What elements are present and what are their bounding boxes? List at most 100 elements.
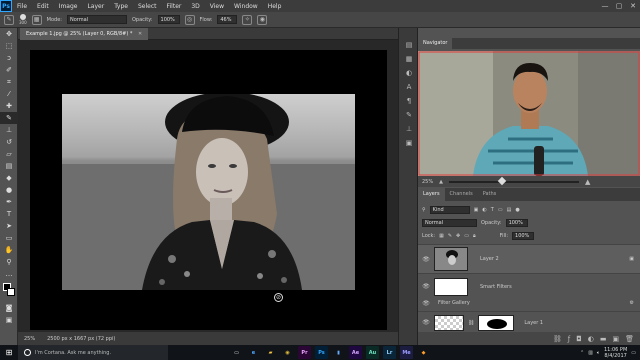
background-color-swatch[interactable]: [7, 288, 15, 296]
properties-panel-icon[interactable]: ▦: [399, 52, 419, 66]
tab-navigator[interactable]: Navigator: [418, 38, 453, 49]
lasso-tool-icon[interactable]: ↄ: [0, 52, 18, 64]
visibility-eye-icon[interactable]: 👁︎: [422, 256, 430, 263]
notification-icon[interactable]: ▭: [631, 350, 636, 356]
zoom-tool-icon[interactable]: ⚲: [0, 256, 18, 268]
taskbar-app-orange-icon[interactable]: ◆: [417, 346, 430, 359]
lock-all-icon[interactable]: 🔒︎: [473, 233, 476, 239]
filter-pixel-icon[interactable]: ▣: [474, 207, 479, 213]
taskbar-photoshop-icon[interactable]: Ps: [315, 346, 328, 359]
windows-start-icon[interactable]: ⊞: [0, 345, 18, 360]
navigator-preview[interactable]: [418, 51, 640, 176]
taskbar-after-effects-icon[interactable]: Ae: [349, 346, 362, 359]
brush-tool-icon[interactable]: ✎: [4, 14, 14, 25]
taskbar-edge-icon[interactable]: e: [247, 346, 260, 359]
crop-tool-icon[interactable]: ⌗: [0, 76, 18, 88]
filter-shape-icon[interactable]: ▭: [498, 207, 503, 213]
menu-view[interactable]: View: [205, 3, 229, 10]
visibility-eye-icon[interactable]: 👁︎: [422, 300, 430, 307]
menu-type[interactable]: Type: [109, 3, 133, 10]
taskbar-audition-icon[interactable]: Au: [366, 346, 379, 359]
character-panel-icon[interactable]: A: [399, 80, 419, 94]
portrait-photo[interactable]: [62, 94, 355, 290]
pressure-size-icon[interactable]: ◉: [257, 14, 268, 25]
blend-mode-select[interactable]: Normal: [422, 218, 477, 227]
layer-row-layer-2[interactable]: 👁︎ Layer 2 ▣: [418, 244, 640, 274]
menu-help[interactable]: Help: [263, 3, 287, 10]
taskbar-file-explorer-icon[interactable]: ▰: [264, 346, 277, 359]
menu-edit[interactable]: Edit: [32, 3, 54, 10]
history-brush-tool-icon[interactable]: ↺: [0, 136, 18, 148]
type-tool-icon[interactable]: T: [0, 208, 18, 220]
flow-field[interactable]: 46%: [217, 15, 238, 24]
menu-image[interactable]: Image: [54, 3, 83, 10]
navigator-zoom-value[interactable]: 25%: [422, 179, 433, 185]
layer-kind-select[interactable]: Kind: [429, 205, 470, 214]
layer-style-icon[interactable]: ƒ: [568, 335, 570, 343]
mode-select[interactable]: Normal: [66, 15, 127, 24]
hand-tool-icon[interactable]: ✋: [0, 244, 18, 256]
visibility-eye-icon[interactable]: 👁︎: [422, 283, 430, 290]
tab-paths[interactable]: Paths: [478, 188, 502, 201]
layer-row-filter-gallery[interactable]: 👁︎ Filter Gallery ⚙︎: [418, 298, 640, 308]
visibility-eye-icon[interactable]: 👁︎: [422, 319, 430, 326]
new-group-icon[interactable]: ▬: [600, 335, 607, 343]
filter-gallery-name[interactable]: Filter Gallery: [438, 300, 470, 306]
menu-select[interactable]: Select: [133, 3, 162, 10]
lock-artboard-icon[interactable]: ▭: [464, 233, 469, 239]
lock-position-icon[interactable]: ✥: [456, 233, 460, 239]
filter-smart-object-icon[interactable]: ▤: [507, 207, 512, 213]
pen-tool-icon[interactable]: ✒: [0, 196, 18, 208]
brush-preset-picker[interactable]: 300: [19, 14, 27, 25]
taskbar-clock[interactable]: 11:06 PM 8/4/2017: [604, 347, 627, 359]
smart-filters-name[interactable]: Smart Filters: [480, 284, 512, 290]
filter-type-icon[interactable]: T: [491, 207, 494, 213]
blur-tool-icon[interactable]: ◆: [0, 172, 18, 184]
up-arrow-icon[interactable]: ⌃: [580, 350, 584, 356]
cortana-search-box[interactable]: I'm Cortana. Ask me anything.: [18, 345, 168, 360]
layer-fill-field[interactable]: 100%: [512, 231, 535, 240]
shape-tool-icon[interactable]: ▭: [0, 232, 18, 244]
quick-mask-icon[interactable]: ◙: [0, 302, 18, 314]
delete-layer-icon[interactable]: 🗑︎: [625, 335, 634, 343]
zoom-slider-handle[interactable]: [497, 176, 507, 185]
adjustment-layer-icon[interactable]: ◐: [588, 335, 594, 343]
more-tools-icon[interactable]: …: [0, 268, 18, 280]
layer-2-name[interactable]: Layer 2: [480, 256, 499, 262]
adjustments-panel-icon[interactable]: ◐: [399, 66, 419, 80]
link-layers-icon[interactable]: ⛓︎: [553, 335, 562, 343]
quick-select-tool-icon[interactable]: ✐: [0, 64, 18, 76]
menu-file[interactable]: File: [12, 3, 32, 10]
opacity-field[interactable]: 100%: [157, 15, 180, 24]
menu-3d[interactable]: 3D: [186, 3, 204, 10]
taskbar-prelude-icon[interactable]: ▮: [332, 346, 345, 359]
menu-window[interactable]: Window: [229, 3, 263, 10]
status-zoom[interactable]: 25%: [24, 336, 35, 342]
path-select-tool-icon[interactable]: ➤: [0, 220, 18, 232]
close-tab-icon[interactable]: ✕: [138, 31, 142, 37]
taskbar-lightroom-icon[interactable]: Lr: [383, 346, 396, 359]
zoom-out-icon[interactable]: ▲: [439, 179, 443, 185]
network-icon[interactable]: ▥: [588, 350, 593, 356]
tab-channels[interactable]: Channels: [445, 188, 478, 201]
screen-mode-icon[interactable]: ▣: [0, 314, 18, 326]
document-tab[interactable]: Example 1.jpg @ 25% (Layer 0, RGB/8#) * …: [20, 28, 149, 40]
taskbar-premiere-icon[interactable]: Pr: [298, 346, 311, 359]
layer-row-layer-1[interactable]: 👁︎ ⛓︎ Layer 1: [418, 311, 640, 333]
brush-panel-icon[interactable]: ▦: [31, 14, 42, 25]
taskbar-media-encoder-icon[interactable]: Me: [400, 346, 413, 359]
zoom-in-icon[interactable]: ▲: [585, 178, 590, 186]
history-panel-icon[interactable]: ▤: [399, 38, 419, 52]
new-layer-icon[interactable]: ▣: [612, 335, 619, 343]
menu-layer[interactable]: Layer: [82, 3, 109, 10]
layer-1-name[interactable]: Layer 1: [524, 320, 543, 326]
eraser-tool-icon[interactable]: ▱: [0, 148, 18, 160]
airbrush-icon[interactable]: ✧: [242, 14, 253, 25]
add-mask-icon[interactable]: ◘: [576, 335, 582, 343]
color-swatches[interactable]: [0, 280, 17, 302]
filter-options-icon[interactable]: ⚙︎: [630, 300, 634, 306]
eyedropper-tool-icon[interactable]: ⁄: [0, 88, 18, 100]
paragraph-panel-icon[interactable]: ¶: [399, 94, 419, 108]
taskbar-task-view-icon[interactable]: ▭: [230, 346, 243, 359]
brush-presets-panel-icon[interactable]: ✎: [399, 108, 419, 122]
